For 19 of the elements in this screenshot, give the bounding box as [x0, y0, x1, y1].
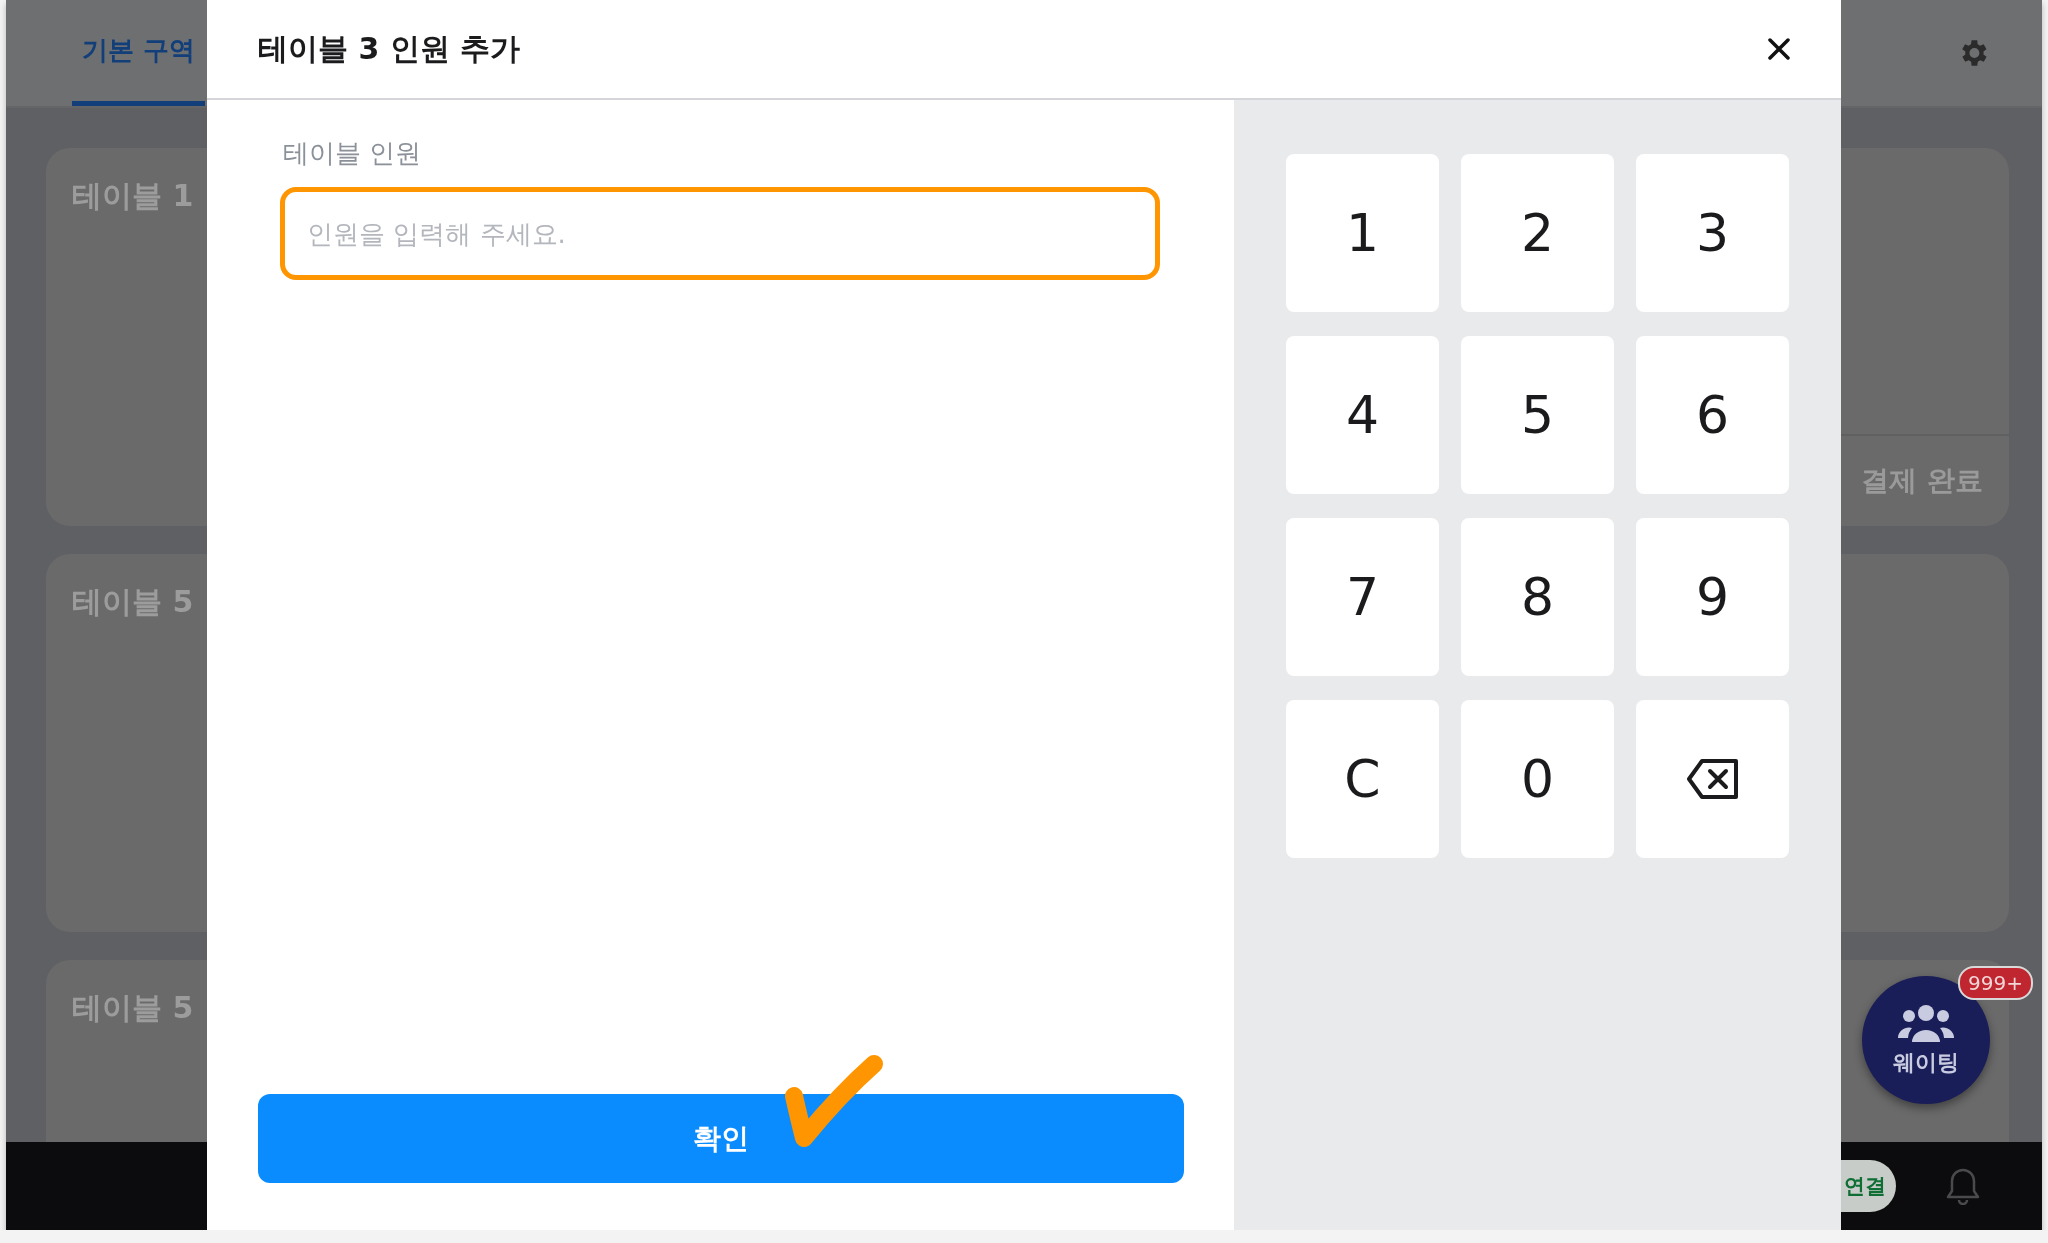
clear-key[interactable]: C	[1286, 700, 1439, 858]
digit-key[interactable]: 1	[1286, 154, 1439, 312]
digit-key[interactable]: 2	[1461, 154, 1614, 312]
backspace-key[interactable]	[1636, 700, 1789, 858]
count-badge: 999+	[1958, 966, 2033, 1000]
digit-key[interactable]: 4	[1286, 336, 1439, 494]
digit-key[interactable]: 0	[1461, 700, 1614, 858]
digit-key[interactable]: 5	[1461, 336, 1614, 494]
guest-count-field[interactable]: 인원을 입력해 주세요.	[280, 187, 1160, 280]
field-label: 테이블 인원	[283, 137, 423, 170]
digit-key[interactable]: 6	[1636, 336, 1789, 494]
backspace-icon	[1685, 758, 1740, 800]
digit-key[interactable]: 3	[1636, 154, 1789, 312]
digit-key[interactable]: 7	[1286, 518, 1439, 676]
digit-key[interactable]: 9	[1636, 518, 1789, 676]
close-icon	[1767, 37, 1791, 61]
dialog-title: 테이블 3 인원 추가	[258, 29, 521, 68]
people-icon	[1898, 1002, 1954, 1042]
digit-key[interactable]: 8	[1461, 518, 1614, 676]
